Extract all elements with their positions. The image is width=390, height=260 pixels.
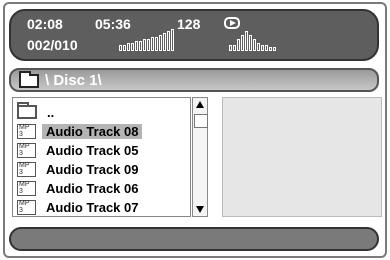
mp3-file-icon: MP 3	[17, 199, 36, 215]
level-meter-bar	[273, 47, 276, 51]
level-meter-bar	[163, 33, 166, 51]
list-item-label: Audio Track 05	[46, 142, 139, 158]
list-scrollbar[interactable]	[192, 97, 208, 217]
level-meter-bar	[147, 39, 150, 51]
level-meter-bar	[265, 45, 268, 51]
preview-panel	[222, 97, 382, 217]
level-meter-left	[119, 29, 174, 51]
level-meter-bar	[139, 41, 142, 51]
level-meter-bar	[119, 45, 122, 51]
file-list[interactable]: .. MP 3 Audio Track 08 MP 3 Audio Track …	[12, 97, 191, 217]
bitrate: 128	[177, 16, 201, 32]
level-meter-bar	[131, 43, 134, 51]
list-item[interactable]: MP 3 Audio Track 08	[17, 122, 143, 140]
level-meter-bar	[261, 45, 264, 51]
scroll-up-arrow-icon[interactable]	[196, 101, 204, 108]
folder-icon	[19, 71, 39, 88]
level-meter-bar	[249, 35, 252, 51]
play-icon	[224, 17, 240, 29]
parent-folder-item[interactable]: ..	[17, 102, 58, 121]
level-meter-bar	[245, 31, 248, 51]
mp3-file-icon: MP 3	[17, 180, 36, 196]
list-item-label: Audio Track 08	[42, 123, 143, 139]
level-meter-bar	[171, 29, 174, 51]
list-item-label: Audio Track 09	[46, 161, 139, 177]
status-panel: 02:08 05:36 128 002/010	[9, 9, 379, 61]
level-meter-bar	[257, 43, 260, 51]
folder-icon	[17, 102, 37, 119]
level-meter-right	[229, 31, 276, 51]
level-meter-bar	[233, 45, 236, 51]
level-meter-bar	[143, 39, 146, 51]
info-bar	[9, 227, 379, 251]
mp3-file-icon: MP 3	[17, 161, 36, 177]
level-meter-bar	[229, 45, 232, 51]
path-text: \ Disc 1\	[45, 72, 102, 89]
level-meter-bar	[151, 37, 154, 51]
level-meter-bar	[127, 43, 130, 51]
level-meter-bar	[237, 39, 240, 51]
level-meter-bar	[135, 41, 138, 51]
mp3-file-icon: MP 3	[17, 142, 36, 158]
scroll-thumb[interactable]	[194, 114, 208, 128]
mp3-file-icon: MP 3	[17, 123, 36, 139]
level-meter-bar	[253, 39, 256, 51]
list-item[interactable]: MP 3 Audio Track 05	[17, 141, 142, 159]
level-meter-bar	[167, 31, 170, 51]
list-item-label: Audio Track 07	[46, 199, 139, 215]
level-meter-bar	[241, 35, 244, 51]
level-meter-bar	[269, 47, 272, 51]
list-item[interactable]: MP 3 Audio Track 09	[17, 160, 142, 178]
list-item[interactable]: MP 3 Audio Track 07	[17, 198, 142, 216]
list-item[interactable]: MP 3 Audio Track 06	[17, 179, 142, 197]
level-meter-bar	[159, 35, 162, 51]
scroll-down-arrow-icon[interactable]	[196, 206, 204, 213]
level-meter-bar	[155, 37, 158, 51]
elapsed-time: 02:08	[27, 16, 63, 32]
path-bar: \ Disc 1\	[9, 68, 379, 92]
level-meter-bar	[123, 45, 126, 51]
list-item-label: Audio Track 06	[46, 180, 139, 196]
parent-folder-label: ..	[47, 104, 55, 120]
track-counter: 002/010	[27, 37, 78, 53]
